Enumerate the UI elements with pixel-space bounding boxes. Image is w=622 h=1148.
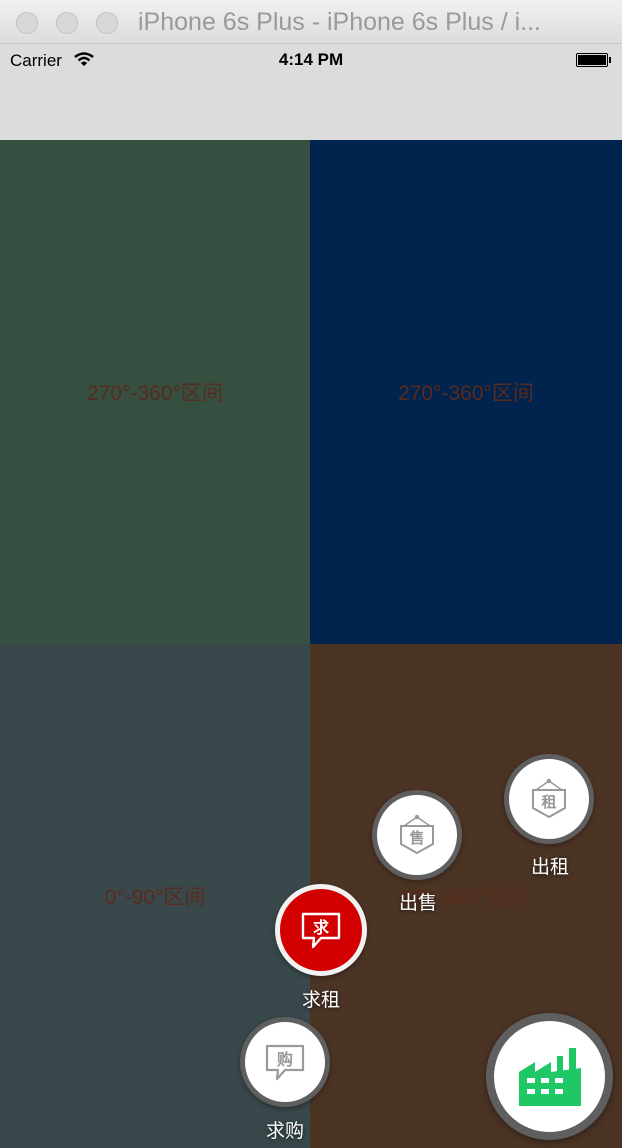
sign-board-icon: 售	[400, 814, 434, 855]
quadrant-label: 0°-90°区间	[104, 886, 206, 909]
seek-buy-button[interactable]: 购	[240, 1017, 330, 1107]
quadrant-label: 270°-360°区间	[87, 382, 223, 405]
battery-nub	[609, 57, 611, 63]
simulator-title-bar: iPhone 6s Plus - iPhone 6s Plus / i...	[0, 0, 622, 44]
zoom-window-button[interactable]	[96, 12, 118, 34]
seek-rent-label: 求租	[302, 990, 341, 1011]
icon-char: 租	[541, 793, 556, 811]
icon-char: 购	[277, 1050, 293, 1069]
icon-char: 求	[313, 918, 330, 937]
sign-board-icon: 租	[532, 778, 566, 819]
seek-buy-label: 求购	[266, 1121, 305, 1142]
rent-out-button[interactable]: 租	[504, 754, 594, 844]
window-title: iPhone 6s Plus - iPhone 6s Plus / i...	[138, 8, 541, 36]
rent-out-label: 出租	[531, 857, 570, 878]
quadrant-label: 270°-360°区间	[398, 382, 534, 405]
sell-button[interactable]: 售	[372, 790, 462, 880]
seek-rent-button[interactable]: 求	[275, 884, 367, 976]
battery-icon	[576, 53, 608, 67]
icon-char: 售	[409, 829, 424, 847]
main-menu-button[interactable]	[486, 1013, 613, 1140]
quadrant-top-left: 270°-360°区间	[0, 140, 310, 644]
factory-icon	[518, 1047, 581, 1106]
sell-label: 出售	[399, 893, 438, 914]
navigation-bar	[0, 78, 622, 140]
speech-bubble-icon: 求	[301, 912, 341, 949]
minimize-window-button[interactable]	[56, 12, 78, 34]
status-time: 4:14 PM	[278, 50, 344, 69]
quadrant-top-right: 270°-360°区间	[310, 140, 622, 644]
status-bar: Carrier 4:14 PM	[0, 44, 622, 78]
close-window-button[interactable]	[16, 12, 38, 34]
speech-bubble-icon: 购	[265, 1044, 305, 1081]
